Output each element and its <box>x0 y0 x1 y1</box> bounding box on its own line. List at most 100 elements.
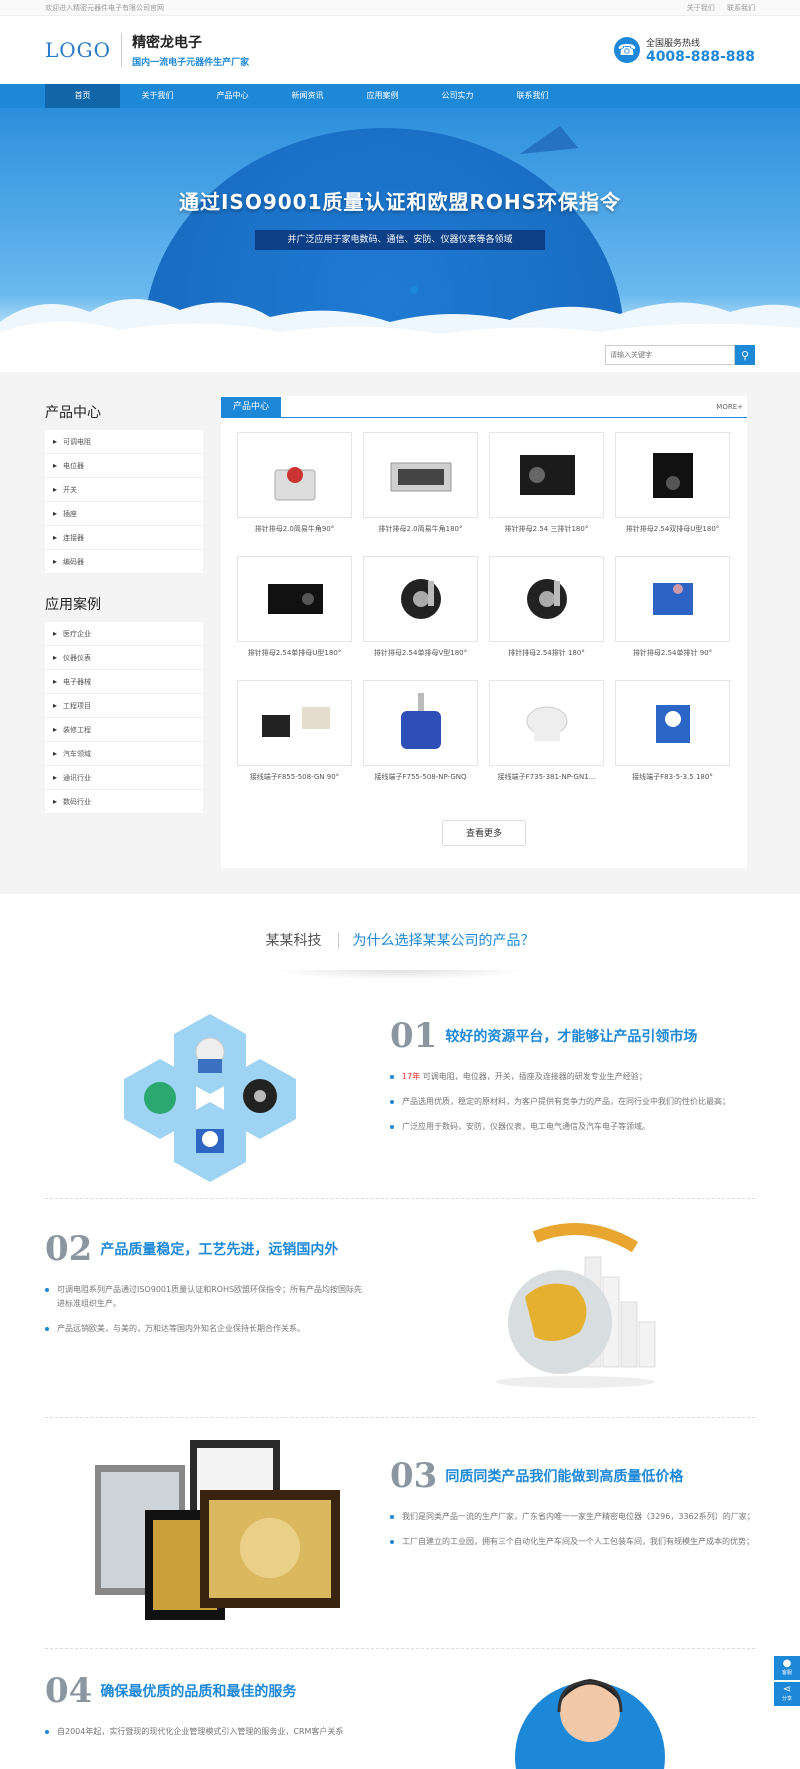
product-caption[interactable]: 排针排母2.54 三排针180° <box>489 524 604 534</box>
feature-03: 03 同质同类产品我们能做到高质量低价格 我们是同类产品一流的生产厂家，广东省内… <box>45 1418 755 1648</box>
main-nav: 首页 关于我们 产品中心 新闻资讯 应用案例 公司实力 联系我们 <box>0 84 800 108</box>
share-button[interactable]: ⋖ 分享 <box>774 1682 800 1706</box>
why-heading-company: 某某科技 <box>265 933 339 949</box>
top-bar: 欢迎进入精密元器件电子有限公司官网 关于我们 联系我们 <box>0 0 800 16</box>
nav-products[interactable]: 产品中心 <box>195 84 270 108</box>
product-image[interactable] <box>489 556 604 642</box>
product-card[interactable]: 接线端子F735-381-NP-GN1... <box>489 680 604 804</box>
hero-banner[interactable]: 通过ISO9001质量认证和欧盟ROHS环保指令 并广泛应用于家电数码、通信、安… <box>0 108 800 342</box>
feature-03-number: 03 <box>390 1456 438 1496</box>
product-caption[interactable]: 接线端子F83-5-3.5 180° <box>615 772 730 782</box>
product-image[interactable] <box>615 432 730 518</box>
product-card[interactable]: 排针排母2.54单排母V型180° <box>363 556 478 680</box>
feature-03-point: 我们是同类产品一流的生产厂家，广东省内唯一一家生产精密电位器（3296，3362… <box>390 1510 755 1524</box>
sidebar-cases-title: 应用案例 <box>45 597 101 613</box>
feature-01-hexagon-image <box>124 1014 296 1182</box>
nav-contact[interactable]: 联系我们 <box>495 84 570 108</box>
product-card[interactable]: 接线端子F855-508-GN 90° <box>237 680 352 804</box>
product-image[interactable] <box>489 680 604 766</box>
sidebar-item-case[interactable]: 仪器仪表 <box>45 646 203 670</box>
brand-block: 精密龙电子 国内一流电子元器件生产厂家 <box>132 32 249 68</box>
top-link-about[interactable]: 关于我们 <box>687 4 715 12</box>
product-image[interactable] <box>363 556 478 642</box>
site-logo[interactable]: LOGO <box>45 38 111 62</box>
product-card[interactable]: 排针排母2.54双排母U型180° <box>615 432 730 556</box>
welcome-text: 欢迎进入精密元器件电子有限公司官网 <box>45 4 164 12</box>
feature-02-title: 产品质量稳定，工艺先进，远销国内外 <box>100 1242 339 1258</box>
product-image[interactable] <box>363 680 478 766</box>
product-image[interactable] <box>237 432 352 518</box>
banner-clouds <box>0 298 800 342</box>
top-link-contact[interactable]: 联系我们 <box>727 4 755 12</box>
nav-about[interactable]: 关于我们 <box>120 84 195 108</box>
feature-01-point: 17年 可调电阻，电位器，开关，插座及连接器的研发专业生产经验； <box>390 1070 755 1084</box>
product-card[interactable]: 排针排母2.54排针 180° <box>489 556 604 680</box>
product-panel: 产品中心 MORE+ 排针排母2.0简易牛角90° 排针排母2.0简易牛角180°… <box>221 396 747 868</box>
product-card[interactable]: 排针排母2.0简易牛角90° <box>237 432 352 556</box>
feature-04-number: 04 <box>45 1671 93 1711</box>
search-input[interactable] <box>605 345 735 365</box>
product-card[interactable]: 排针排母2.54单排针 90° <box>615 556 730 680</box>
sidebar-item-case[interactable]: 医疗企业 <box>45 622 203 646</box>
feature-04-point: 自2004年起，实行暨现的现代化企业管理模式引入管理的服务业，CRM客户关系 <box>45 1725 425 1739</box>
product-caption[interactable]: 排针排母2.54单排母U型180° <box>237 648 352 658</box>
nav-home[interactable]: 首页 <box>45 84 120 108</box>
product-card[interactable]: 接线端子F83-5-3.5 180° <box>615 680 730 804</box>
nav-news[interactable]: 新闻资讯 <box>270 84 345 108</box>
sidebar-item-product[interactable]: 电位器 <box>45 454 203 478</box>
product-card[interactable]: 接线端子F755-508-NP-GNQ <box>363 680 478 804</box>
more-link[interactable]: MORE+ <box>716 403 747 417</box>
product-image[interactable] <box>237 680 352 766</box>
share-icon: ⋖ <box>782 1684 792 1695</box>
product-caption[interactable]: 排针排母2.54单排针 90° <box>615 648 730 658</box>
tab-products[interactable]: 产品中心 <box>221 397 282 417</box>
hotline-number: 4008-888-888 <box>645 48 755 65</box>
feature-02-point: 产品远销欧美，与美的，万和达等国内外知名企业保持长期合作关系。 <box>45 1322 365 1336</box>
site-header: LOGO 精密龙电子 国内一流电子元器件生产厂家 ☎ 全国服务热线 4008-8… <box>0 16 800 84</box>
product-caption[interactable]: 排针排母2.54双排母U型180° <box>615 524 730 534</box>
product-caption[interactable]: 接线端子F735-381-NP-GN1... <box>489 772 604 782</box>
feature-01-point: 产品选用优质，稳定的原材料，为客户提供有竞争力的产品，在同行业中我们的性价比最高… <box>390 1095 755 1109</box>
nav-cases[interactable]: 应用案例 <box>345 84 420 108</box>
banner-pager-dot[interactable] <box>410 286 418 294</box>
feature-03-certificates-image <box>95 1440 340 1620</box>
hotline: ☎ 全国服务热线 4008-888-888 <box>613 36 755 65</box>
brand-slogan: 国内一流电子元器件生产厂家 <box>132 58 250 68</box>
sidebar-item-case[interactable]: 装修工程 <box>45 718 203 742</box>
product-image[interactable] <box>615 680 730 766</box>
product-image[interactable] <box>237 556 352 642</box>
view-more-button[interactable]: 查看更多 <box>442 820 526 846</box>
product-image[interactable] <box>615 556 730 642</box>
product-caption[interactable]: 排针排母2.54单排母V型180° <box>363 648 478 658</box>
nav-strength[interactable]: 公司实力 <box>420 84 495 108</box>
product-card[interactable]: 排针排母2.0简易牛角180° <box>363 432 478 556</box>
feature-03-point: 工厂自建立的工业园，拥有三个自动化生产车间及一个人工包装车间，我们有规模生产成本… <box>390 1535 755 1549</box>
sidebar-item-case[interactable]: 汽车领域 <box>45 742 203 766</box>
search-button[interactable]: ⚲ <box>735 345 755 365</box>
product-card[interactable]: 排针排母2.54单排母U型180° <box>237 556 352 680</box>
hotline-label: 全国服务热线 <box>645 38 700 49</box>
sidebar-item-case[interactable]: 工程项目 <box>45 694 203 718</box>
product-caption[interactable]: 排针排母2.54排针 180° <box>489 648 604 658</box>
product-caption[interactable]: 接线端子F755-508-NP-GNQ <box>363 772 478 782</box>
sidebar-item-product[interactable]: 连接器 <box>45 526 203 550</box>
sidebar-item-product[interactable]: 可调电阻 <box>45 430 203 454</box>
feature-01-point: 广泛应用于数码，安防，仪器仪表，电工电气通信及汽车电子等领域。 <box>390 1120 755 1134</box>
sidebar-item-product[interactable]: 插座 <box>45 502 203 526</box>
sidebar-item-case[interactable]: 通讯行业 <box>45 766 203 790</box>
product-image[interactable] <box>363 432 478 518</box>
banner-subtitle: 并广泛应用于家电数码、通信、安防、仪器仪表等各领域 <box>255 230 545 250</box>
product-card[interactable]: 排针排母2.54 三排针180° <box>489 432 604 556</box>
sidebar-item-case[interactable]: 电子器械 <box>45 670 203 694</box>
sidebar-item-product[interactable]: 开关 <box>45 478 203 502</box>
product-image[interactable] <box>489 432 604 518</box>
sidebar-item-product[interactable]: 编码器 <box>45 550 203 574</box>
sidebar-item-case[interactable]: 数码行业 <box>45 790 203 814</box>
product-caption[interactable]: 接线端子F855-508-GN 90° <box>237 772 352 782</box>
feature-02: 02 产品质量稳定，工艺先进，远销国内外 可调电阻系列产品通过ISO9001质量… <box>45 1199 755 1417</box>
product-caption[interactable]: 排针排母2.0简易牛角180° <box>363 524 478 534</box>
product-grid: 排针排母2.0简易牛角90° 排针排母2.0简易牛角180° 排针排母2.54 三排… <box>221 418 747 804</box>
sidebar-products-title: 产品中心 <box>45 405 101 421</box>
qq-service-button[interactable]: ● 客服 <box>774 1656 800 1680</box>
product-caption[interactable]: 排针排母2.0简易牛角90° <box>237 524 352 534</box>
